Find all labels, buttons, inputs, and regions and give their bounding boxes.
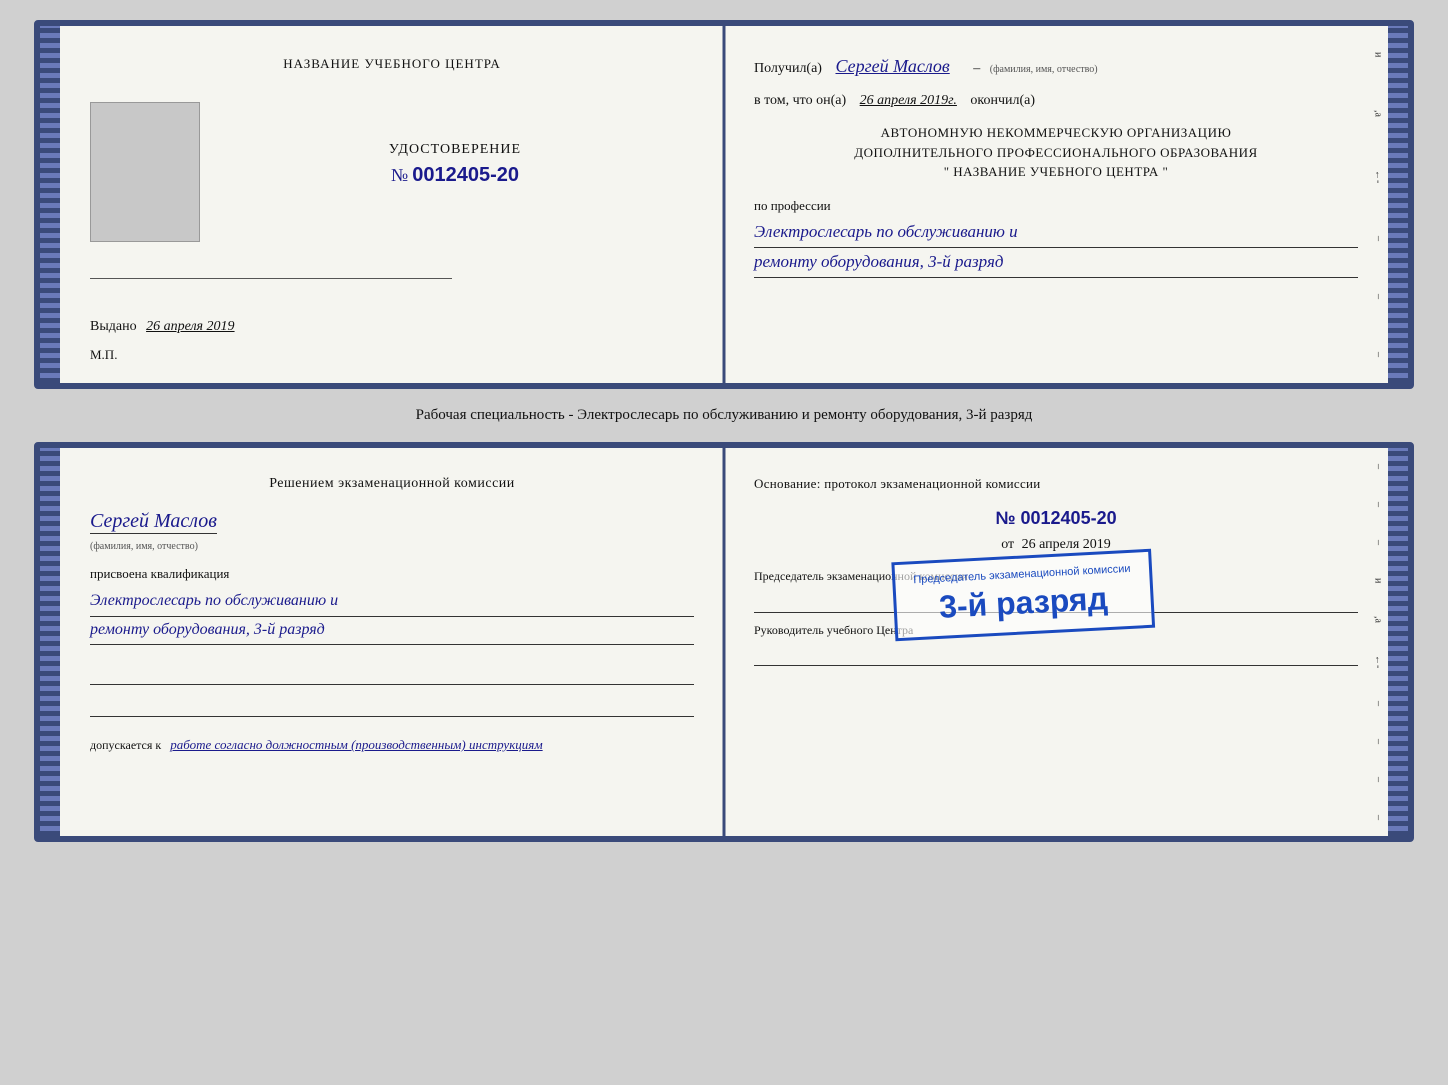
cert2-allowed-prefix: допускается к xyxy=(90,738,161,752)
cert2-assigned-label: присвоена квалификация xyxy=(90,566,694,582)
cert2-sig-lines xyxy=(90,665,694,717)
cert2-left-strip xyxy=(40,448,60,836)
cert2-number-value: 0012405-20 xyxy=(1021,508,1117,528)
cert2-basis-label: Основание: протокол экзаменационной коми… xyxy=(754,476,1358,492)
cert2-allowed-label: допускается к работе согласно должностны… xyxy=(90,737,694,753)
cert1-okonchil-label: окончил(а) xyxy=(970,93,1035,108)
cert2-number-prefix: № xyxy=(995,508,1015,528)
cert2-protocol-number: № 0012405-20 xyxy=(754,508,1358,529)
cert1-po-professii-label: по профессии xyxy=(754,198,1358,214)
cert2-person-name-wrapper: Сергей Маслов (фамилия, имя, отчество) xyxy=(90,510,694,554)
cert2-sig-line-1 xyxy=(90,665,694,685)
cert2-stamp-main-text: 3-й разряд xyxy=(938,581,1108,626)
cert2-commission-title: Решением экзаменационной комиссии xyxy=(90,476,694,492)
cert2-left-panel: Решением экзаменационной комиссии Сергей… xyxy=(60,448,724,836)
cert1-vtom-label: в том, что он(а) xyxy=(754,93,846,108)
cert1-fio-hint: (фамилия, имя, отчество) xyxy=(990,64,1098,75)
cert1-number-value: 0012405-20 xyxy=(412,164,519,186)
specialty-description: Рабочая специальность - Электрослесарь п… xyxy=(406,405,1043,426)
cert1-vydano-date: 26 апреля 2019 xyxy=(146,319,234,334)
page-wrapper: НАЗВАНИЕ УЧЕБНОГО ЦЕНТРА УДОСТОВЕРЕНИЕ №… xyxy=(20,20,1428,842)
cert1-org-name: АВТОНОМНУЮ НЕКОММЕРЧЕСКУЮ ОРГАНИЗАЦИЮ ДО… xyxy=(754,123,1358,182)
cert2-qual-line2: ремонту оборудования, 3-й разряд xyxy=(90,617,694,646)
cert2-date-value: 26 апреля 2019 xyxy=(1022,537,1111,552)
cert1-udostoverenie-label: УДОСТОВЕРЕНИЕ xyxy=(216,142,694,158)
cert1-right-panel: Получил(а) Сергей Маслов – (фамилия, имя… xyxy=(724,26,1388,383)
cert2-right-strip xyxy=(1388,448,1408,836)
left-decorative-strip xyxy=(40,26,60,383)
cert1-number-prefix: № xyxy=(391,165,408,185)
cert1-date-completed-row: в том, что он(а) 26 апреля 2019г. окончи… xyxy=(754,93,1358,109)
cert1-poluchil-label: Получил(а) xyxy=(754,61,822,76)
certificate-card-2: Решением экзаменационной комиссии Сергей… xyxy=(34,442,1414,842)
cert2-protocol-date: от 26 апреля 2019 xyxy=(754,537,1358,553)
cert1-number-section: УДОСТОВЕРЕНИЕ № 0012405-20 xyxy=(216,142,694,187)
cert2-date-prefix: от xyxy=(1001,537,1014,552)
cert1-center-title: НАЗВАНИЕ УЧЕБНОГО ЦЕНТРА xyxy=(90,56,694,72)
cert1-org-line2: ДОПОЛНИТЕЛЬНОГО ПРОФЕССИОНАЛЬНОГО ОБРАЗО… xyxy=(754,143,1358,163)
cert1-right-indicators: и ,а ←- – – – xyxy=(1370,26,1386,383)
cert1-profession-line1: Электрослесарь по обслуживанию и xyxy=(754,218,1358,248)
cert2-right-indicators: – – – и ,а ←- – – – – xyxy=(1370,448,1386,836)
cert2-allowed-value: работе согласно должностным (производств… xyxy=(170,737,542,752)
cert1-recipient-row: Получил(а) Сергей Маслов – (фамилия, имя… xyxy=(754,56,1358,77)
cert2-fio-hint: (фамилия, имя, отчество) xyxy=(90,541,198,552)
cert2-head-sig-line xyxy=(754,642,1358,666)
cert1-org-line1: АВТОНОМНУЮ НЕКОММЕРЧЕСКУЮ ОРГАНИЗАЦИЮ xyxy=(754,123,1358,143)
cert1-date-completed: 26 апреля 2019г. xyxy=(860,93,957,108)
cert2-person-name: Сергей Маслов xyxy=(90,510,217,534)
cert1-mp-label: М.П. xyxy=(90,347,694,363)
cert1-date-row: Выдано 26 апреля 2019 xyxy=(90,319,694,335)
cert2-sig-line-2 xyxy=(90,697,694,717)
right-decorative-strip xyxy=(1388,26,1408,383)
cert2-qual-line1: Электрослесарь по обслуживанию и xyxy=(90,588,694,617)
cert1-vydano-label: Выдано xyxy=(90,319,137,334)
cert1-left-panel: НАЗВАНИЕ УЧЕБНОГО ЦЕНТРА УДОСТОВЕРЕНИЕ №… xyxy=(60,26,724,383)
cert2-right-panel: Основание: протокол экзаменационной коми… xyxy=(724,448,1388,836)
cert2-stamp: Председатель экзаменационной комиссии 3-… xyxy=(891,549,1154,641)
cert1-profession-line2: ремонту оборудования, 3-й разряд xyxy=(754,248,1358,278)
cert1-recipient-name: Сергей Маслов xyxy=(835,56,949,76)
cert1-org-line3: " НАЗВАНИЕ УЧЕБНОГО ЦЕНТРА " xyxy=(754,162,1358,182)
certificate-card-1: НАЗВАНИЕ УЧЕБНОГО ЦЕНТРА УДОСТОВЕРЕНИЕ №… xyxy=(34,20,1414,389)
photo-placeholder xyxy=(90,102,200,242)
